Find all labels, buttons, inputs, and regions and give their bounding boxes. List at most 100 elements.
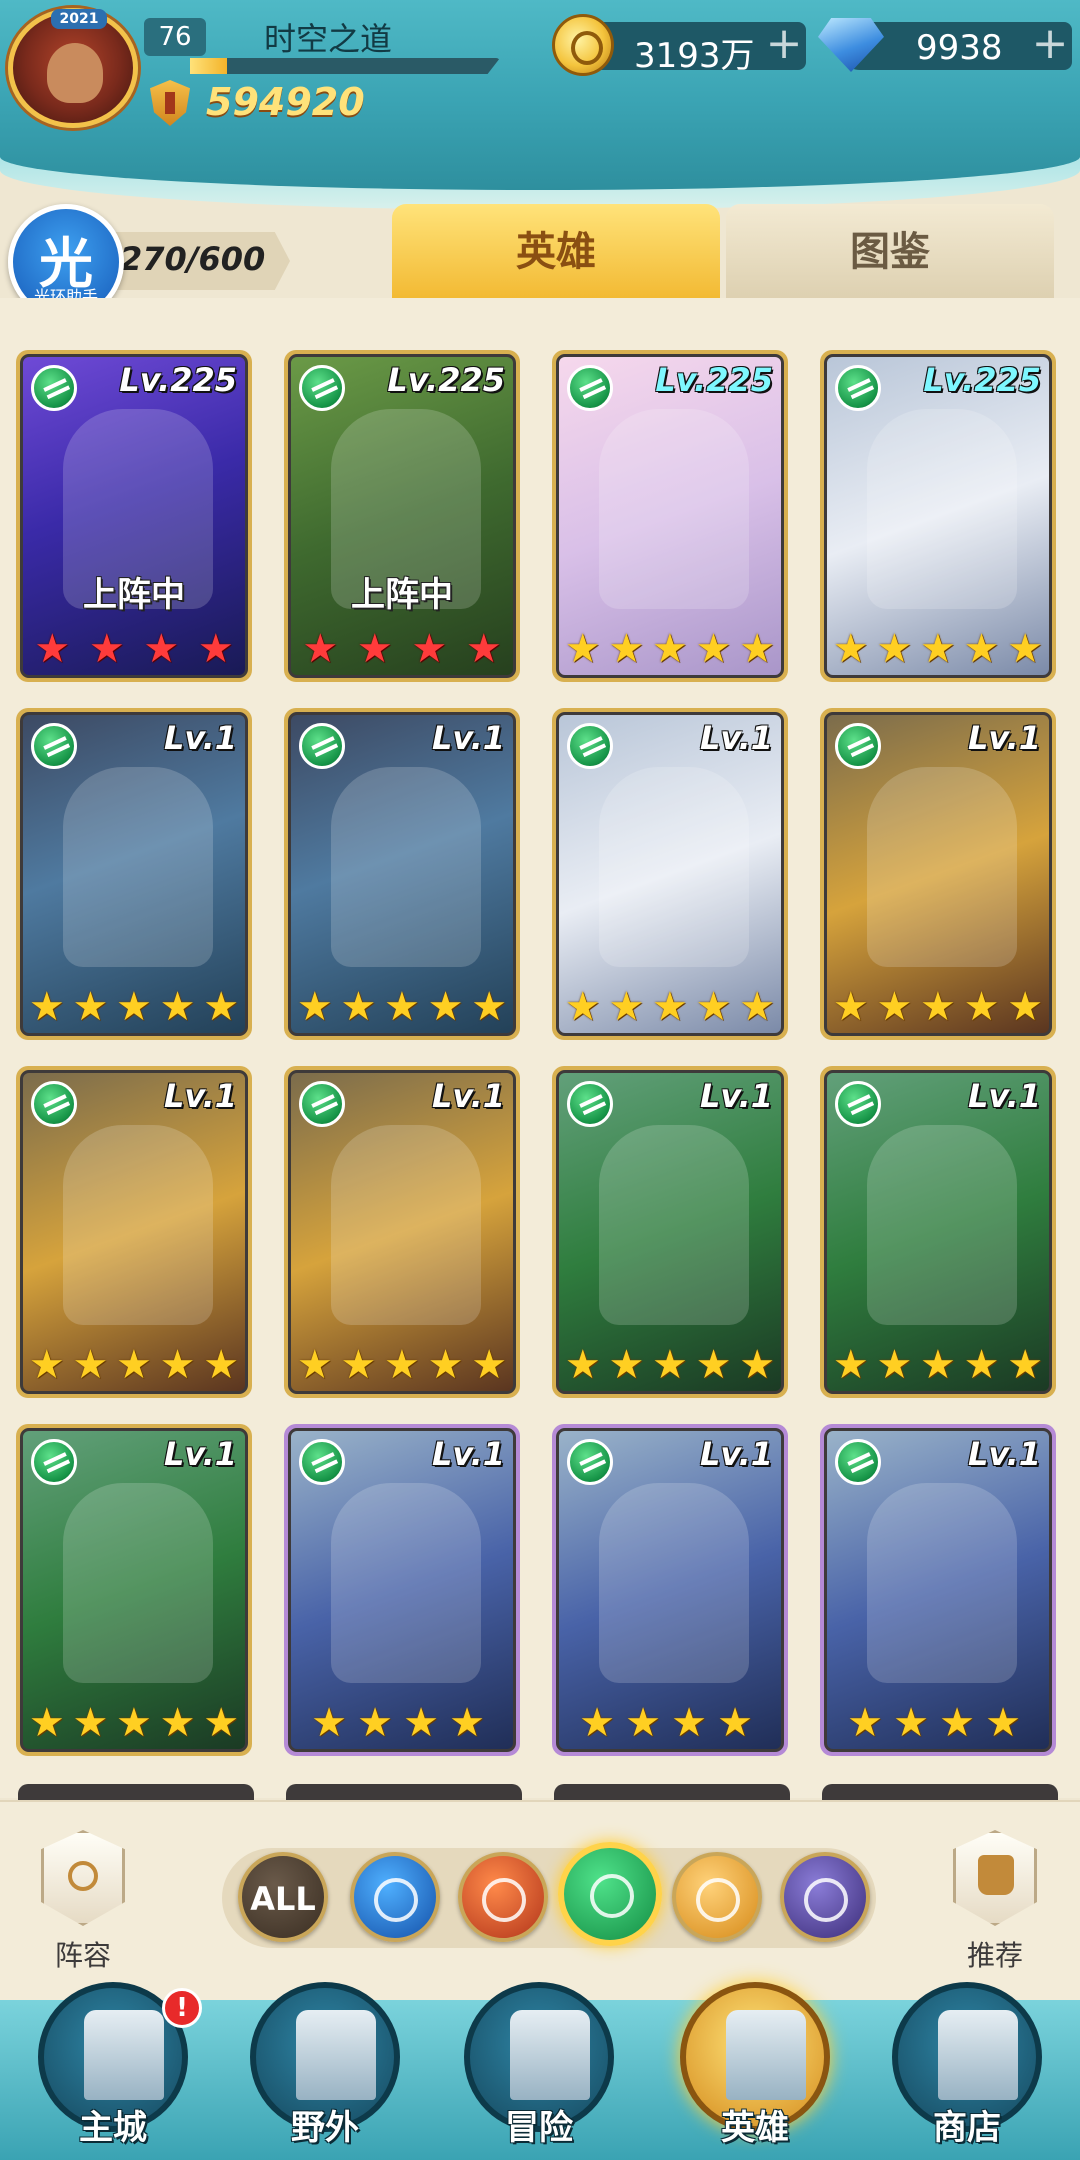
nav-label: 冒险 [505,2108,573,2148]
hero-card[interactable]: Lv.225 上阵中 ★ ★ ★ ★ [284,350,520,682]
star-icon: ★ [471,984,508,1030]
wind-element-icon [567,365,613,411]
hero-card[interactable]: Lv.1 ★ ★ ★ ★ ★ [552,1066,788,1398]
star-rating: ★ ★ ★ ★ ★ [23,1703,245,1743]
star-icon: ★ [832,626,869,672]
hero-card[interactable]: Lv.225 上阵中 ★ ★ ★ ★ [16,350,252,682]
hero-card[interactable]: Lv.1 ★ ★ ★ ★ ★ [820,1066,1056,1398]
hero-card[interactable]: Lv.1 ★ ★ ★ ★ ★ [552,708,788,1040]
filter-water-icon[interactable] [350,1852,440,1942]
wind-element-icon [567,1439,613,1485]
player-level: 76 [144,18,206,56]
nav-shop[interactable]: 商店 [882,1982,1052,2160]
star-icon: ★ [939,1700,975,1746]
star-icon: ★ [159,1342,196,1388]
hero-card[interactable]: Lv.1 ★ ★ ★ ★ ★ [16,1424,252,1756]
star-icon: ★ [34,626,71,672]
hero-portrait: Lv.1 ★ ★ ★ ★ ★ [288,712,516,1036]
hero-figure [867,409,1017,609]
hero-portrait: Lv.1 ★ ★ ★ ★ [288,1428,516,1752]
nav-heroes[interactable]: 英雄 [670,1982,840,2160]
nav-wild[interactable]: 野外 [240,1982,410,2160]
hero-figure [331,1483,481,1683]
star-icon: ★ [717,1700,753,1746]
star-icon: ★ [564,626,601,672]
avatar-year-badge: 2021 [51,9,107,29]
hero-card[interactable]: Lv.1 ★ ★ ★ ★ ★ [16,708,252,1040]
nav-main-city[interactable]: ! 主城 [28,1982,202,2160]
wind-element-icon [835,723,881,769]
hero-card[interactable]: Lv.225 ★ ★ ★ ★ ★ [552,350,788,682]
star-icon: ★ [625,1700,661,1746]
wind-element-icon [835,1081,881,1127]
star-icon: ★ [471,1342,508,1388]
nav-adventure[interactable]: 冒险 [454,1982,624,2160]
hero-card[interactable]: Lv.1 ★ ★ ★ ★ [284,1424,520,1756]
tab-codex[interactable]: 图鉴 [726,204,1054,300]
star-icon: ★ [652,626,688,672]
hero-figure [599,409,749,609]
star-rating: ★ ★ ★ ★ [291,629,513,669]
star-icon: ★ [357,1700,393,1746]
hero-level: Lv.1 [699,719,773,757]
hero-figure [63,1483,213,1683]
combat-power: 594920 [206,80,365,124]
lineup-button[interactable]: 阵容 [28,1830,138,1980]
hero-portrait: Lv.225 ★ ★ ★ ★ ★ [824,354,1052,678]
hero-card[interactable]: Lv.1 ★ ★ ★ ★ ★ [820,708,1056,1040]
star-icon: ★ [143,626,180,672]
tab-heroes[interactable]: 英雄 [392,204,720,300]
player-avatar[interactable]: 2021 [8,8,138,128]
hero-portrait: Lv.1 ★ ★ ★ ★ ★ [20,1428,248,1752]
hero-level: Lv.1 [431,1077,505,1115]
hero-figure [599,1483,749,1683]
hero-portrait: Lv.1 ★ ★ ★ ★ ★ [824,712,1052,1036]
star-icon: ★ [963,1342,1000,1388]
wind-element-icon [835,365,881,411]
top-header: 2021 76 时空之道 594920 3193万 + 9938 + [0,0,1080,190]
hero-card[interactable]: Lv.1 ★ ★ ★ ★ ★ [284,708,520,1040]
star-icon: ★ [652,984,688,1030]
wind-element-icon [31,1439,77,1485]
star-icon: ★ [876,984,913,1030]
hero-figure [331,767,481,967]
filter-all-button[interactable]: ALL [238,1852,328,1942]
hero-figure [63,767,213,967]
hero-card[interactable]: Lv.1 ★ ★ ★ ★ [552,1424,788,1756]
hero-portrait: Lv.225 上阵中 ★ ★ ★ ★ [20,354,248,678]
hero-card[interactable]: Lv.1 ★ ★ ★ ★ ★ [284,1066,520,1398]
filter-dark-icon[interactable] [780,1852,870,1942]
recommend-button[interactable]: 推荐 [940,1830,1050,1980]
wind-element-icon [299,365,345,411]
star-icon: ★ [411,626,448,672]
xp-bar [190,58,500,74]
star-icon: ★ [963,626,1000,672]
star-icon: ★ [985,1700,1021,1746]
star-icon: ★ [449,1700,485,1746]
add-gold-button[interactable]: + [764,22,804,70]
wind-element-icon [299,1081,345,1127]
star-icon: ★ [671,1700,707,1746]
star-icon: ★ [832,1342,869,1388]
hero-figure [599,767,749,967]
filter-fire-icon[interactable] [458,1852,548,1942]
star-icon: ★ [427,1342,464,1388]
star-icon: ★ [88,626,125,672]
star-icon: ★ [579,1700,615,1746]
hero-card[interactable]: Lv.1 ★ ★ ★ ★ [820,1424,1056,1756]
star-icon: ★ [311,1700,347,1746]
star-icon: ★ [203,984,240,1030]
star-icon: ★ [72,1342,109,1388]
filter-wind-icon[interactable] [558,1842,662,1946]
gem-amount: 9938 [916,28,1003,68]
star-icon: ★ [384,984,420,1030]
hero-card[interactable]: Lv.225 ★ ★ ★ ★ ★ [820,350,1056,682]
gold-amount: 3193万 [634,36,755,76]
hero-level: Lv.225 [655,361,773,399]
hero-card[interactable]: Lv.1 ★ ★ ★ ★ ★ [16,1066,252,1398]
hero-level: Lv.225 [387,361,505,399]
hero-figure [867,767,1017,967]
star-icon: ★ [893,1700,929,1746]
add-gems-button[interactable]: + [1030,22,1070,70]
filter-light-icon[interactable] [672,1852,762,1942]
